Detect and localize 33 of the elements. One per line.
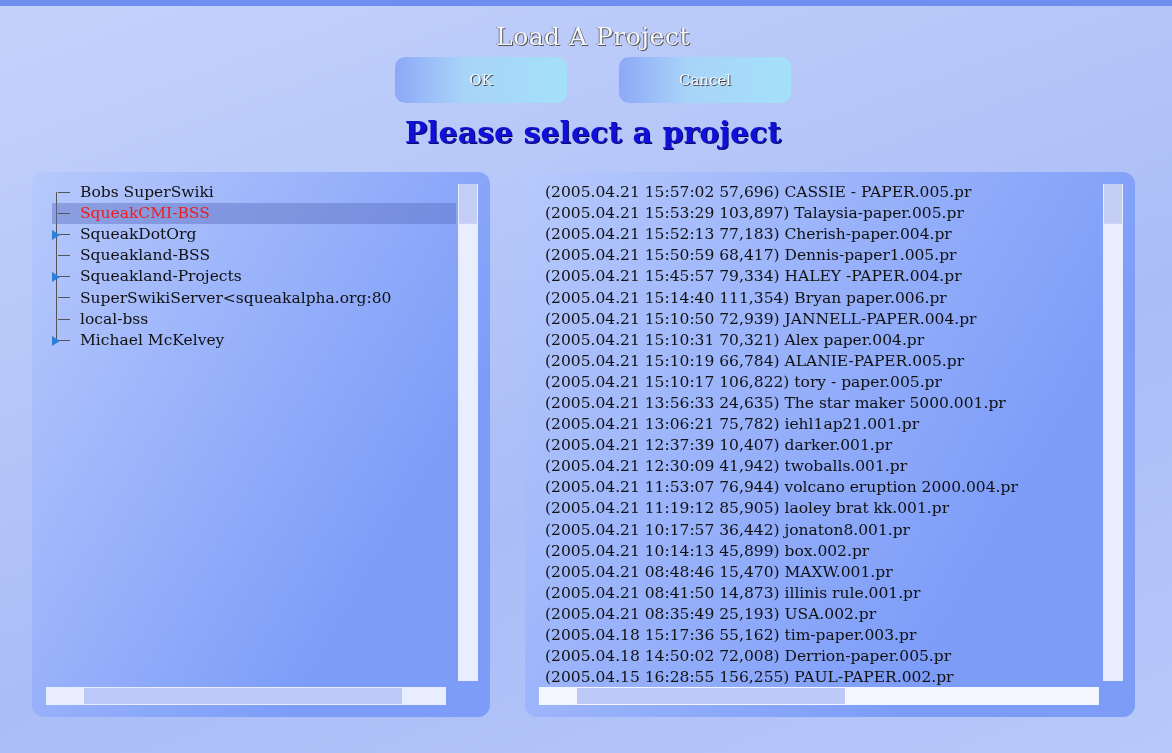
project-item[interactable]: (2005.04.21 13:06:21 75,782) iehl1ap21.001.pr: [545, 414, 1101, 436]
project-item[interactable]: (2005.04.21 15:53:29 103,897) Talaysia-paper.005.pr: [545, 203, 1101, 225]
server-item[interactable]: SqueakDotOrg: [80, 224, 197, 246]
project-item[interactable]: (2005.04.21 10:17:57 36,442) jonaton8.001.pr: [545, 519, 1101, 541]
project-item[interactable]: (2005.04.21 15:10:17 106,822) tory - paper.005.pr: [545, 371, 1101, 393]
server-item[interactable]: Michael McKelvey: [80, 329, 225, 351]
project-item[interactable]: (2005.04.21 13:56:33 24,635) The star maker 5000.001.pr: [545, 392, 1101, 415]
project-item[interactable]: (2005.04.21 15:10:50 72,939) JANNELL-PAPER.004.pr: [545, 308, 1101, 330]
project-item[interactable]: (2005.04.21 15:52:13 77,183) Cherish-paper.004.pr: [545, 224, 1101, 246]
project-item[interactable]: (2005.04.18 15:17:36 55,162) tim-paper.003.pr: [545, 624, 1101, 647]
prompt-heading: Please select a project: [404, 115, 782, 150]
project-item[interactable]: (2005.04.21 08:41:50 14,873) illinis rule.001.pr: [545, 582, 1101, 604]
project-item[interactable]: (2005.04.21 10:14:13 45,899) box.002.pr: [545, 540, 1101, 562]
server-item[interactable]: SuperSwikiServer<squeakalpha.org:80: [80, 287, 392, 309]
server-item[interactable]: Bobs SuperSwiki: [80, 182, 214, 204]
project-item[interactable]: (2005.04.15 16:28:55 156,255) PAUL-PAPER.002.pr: [545, 667, 1101, 687]
server-item[interactable]: Squeakland-BSS: [80, 245, 211, 267]
project-item[interactable]: (2005.04.21 15:57:02 57,696) CASSIE - PAPER.005.pr: [545, 182, 1101, 204]
project-item[interactable]: (2005.04.21 12:37:39 10,407) darker.001.pr: [545, 435, 1101, 457]
project-item[interactable]: (2005.04.21 15:50:59 68,417) Dennis-paper1.005.pr: [545, 245, 1101, 267]
project-item[interactable]: (2005.04.21 11:19:12 85,905) laoley brat kk.001.pr: [545, 498, 1101, 520]
dialog-title: Load A Project: [496, 22, 690, 51]
project-item[interactable]: (2005.04.21 08:35:49 25,193) USA.002.pr: [545, 603, 1101, 625]
project-item[interactable]: (2005.04.21 11:53:07 76,944) volcano eruption 2000.004.pr: [545, 477, 1101, 499]
project-item[interactable]: (2005.04.21 15:10:31 70,321) Alex paper.004.pr: [545, 329, 1101, 351]
project-item[interactable]: (2005.04.21 08:48:46 15,470) MAXW.001.pr: [545, 561, 1101, 583]
project-item[interactable]: (2005.04.21 12:30:09 41,942) twoballs.001.pr: [545, 456, 1101, 478]
project-item[interactable]: (2005.04.21 15:10:19 66,784) ALANIE-PAPER.005.pr: [545, 350, 1101, 372]
project-item[interactable]: (2005.04.21 15:14:40 111,354) Bryan paper.006.pr: [545, 287, 1101, 309]
server-item[interactable]: Squeakland-Projects: [80, 266, 242, 288]
server-item[interactable]: local-bss: [80, 308, 149, 330]
project-item[interactable]: (2005.04.18 14:50:02 72,008) Derrion-paper.005.pr: [545, 646, 1101, 668]
project-item[interactable]: (2005.04.21 15:45:57 79,334) HALEY -PAPER.004.pr: [545, 266, 1101, 288]
